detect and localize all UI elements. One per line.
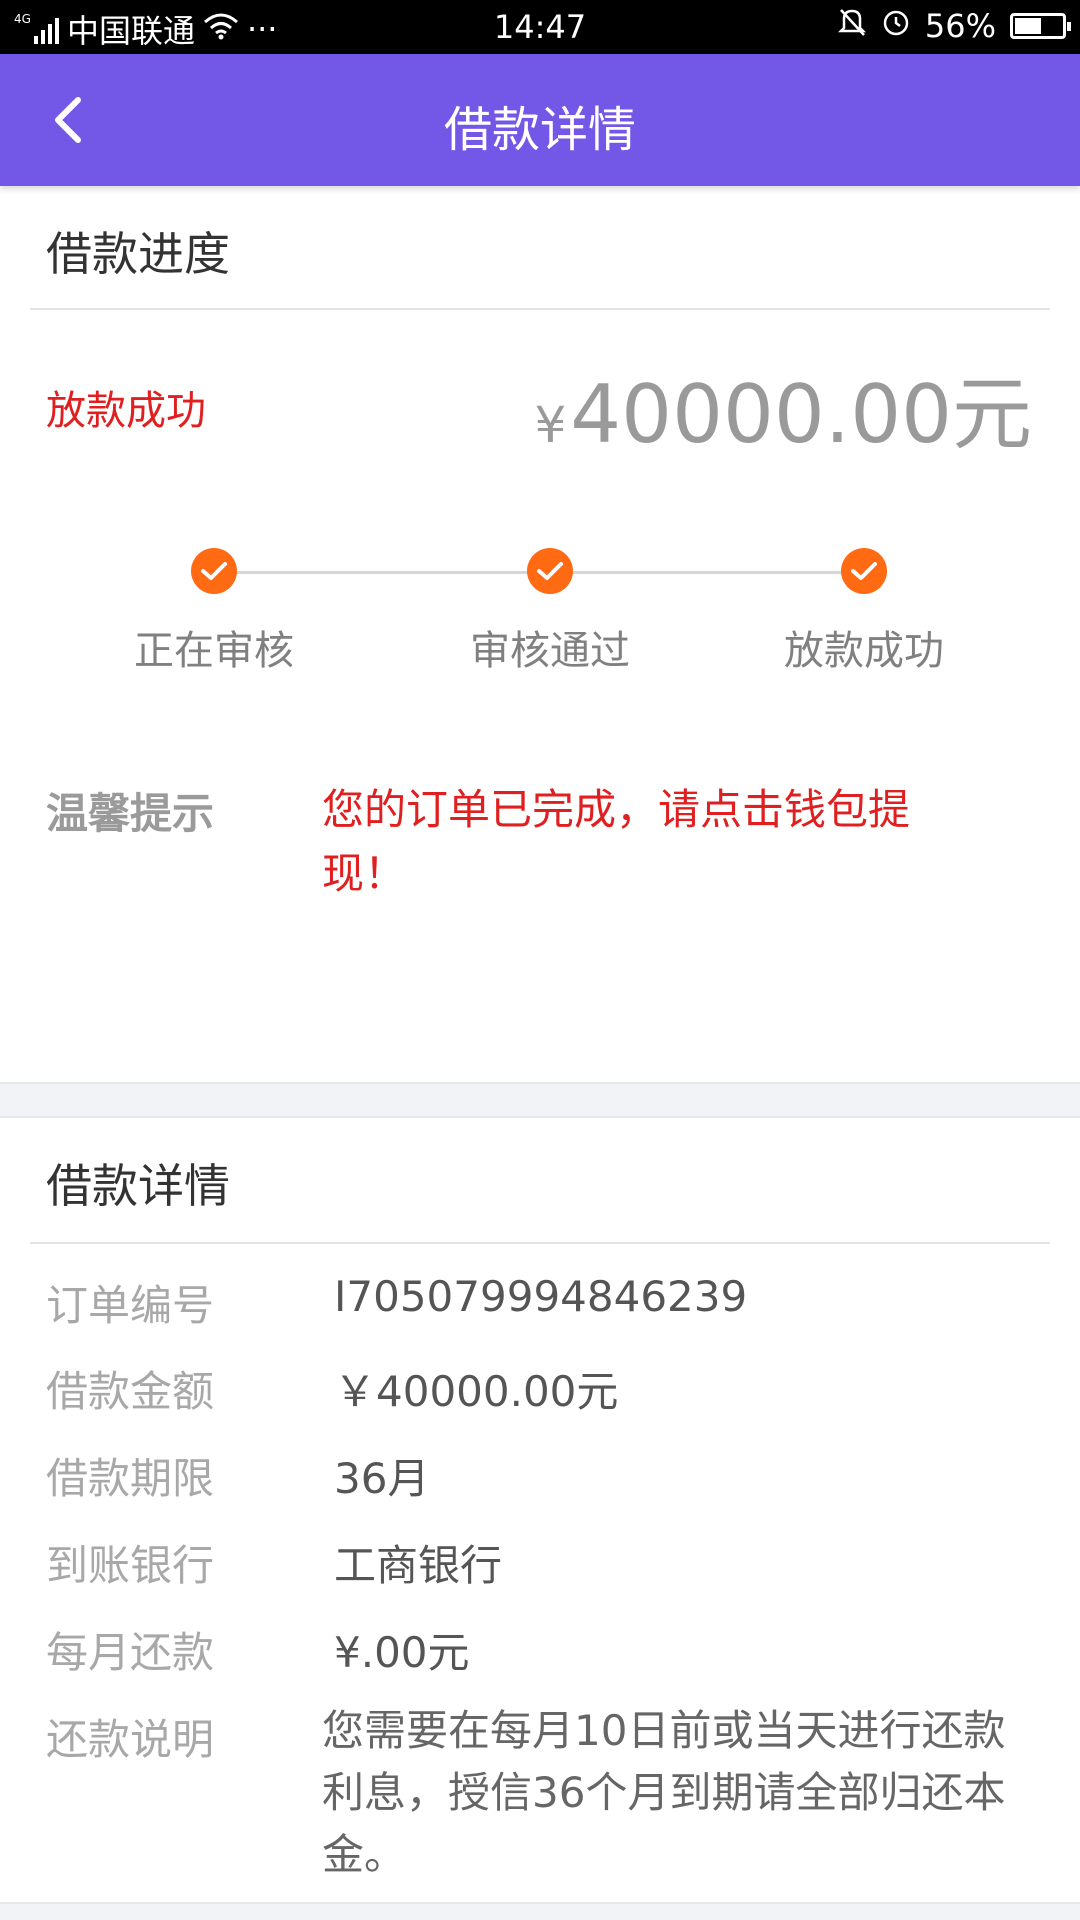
loan-amount-value: ￥40000.00元	[334, 1367, 619, 1416]
status-bar: 4G 中国联通 ··· 14:47 56%	[0, 0, 1080, 54]
loan-amount: ¥ 40000.00元	[534, 350, 1032, 466]
step-label-disbursed: 放款成功	[784, 628, 944, 674]
battery-icon	[1010, 13, 1071, 39]
bell-muted-icon	[837, 6, 867, 46]
status-right: 56%	[837, 6, 1071, 46]
progress-line	[214, 571, 550, 574]
monthly-payment-label: 每月还款	[46, 1628, 215, 1677]
progress-section-title: 借款进度	[46, 227, 230, 281]
tip-text: 您的订单已完成，请点击钱包提现！	[322, 785, 911, 898]
order-number-label: 订单编号	[46, 1281, 215, 1330]
loan-term-value: 36月	[334, 1454, 430, 1503]
repayment-note-value: 您需要在每月10日前或当天进行还款利息，授信36个月到期请全部归还本金。	[322, 1706, 1006, 1879]
bank-label: 到账银行	[46, 1541, 215, 1590]
bank-value: 工商银行	[334, 1541, 503, 1590]
divider	[30, 308, 1050, 310]
tip-label: 温馨提示	[46, 789, 215, 838]
app-header: 借款详情	[0, 54, 1080, 186]
progress-line	[550, 571, 864, 574]
step-check-icon	[841, 548, 887, 594]
battery-fill	[1015, 18, 1041, 34]
step-label-reviewing: 正在审核	[134, 628, 294, 674]
section-separator	[0, 1082, 1080, 1118]
monthly-payment-value: ¥.00元	[334, 1628, 470, 1677]
alarm-icon	[881, 6, 911, 46]
page-title: 借款详情	[443, 102, 636, 158]
divider	[30, 1242, 1050, 1244]
order-number-value: I7050799948462​39	[334, 1272, 748, 1321]
repayment-note-label: 还款说明	[46, 1715, 215, 1764]
step-check-icon	[191, 548, 237, 594]
battery-percent: 56%	[924, 7, 996, 45]
amount-currency: ¥	[534, 396, 567, 454]
bottom-separator	[0, 1902, 1080, 1920]
loan-amount-label: 借款金额	[46, 1367, 215, 1416]
detail-section-title: 借款详情	[46, 1159, 230, 1213]
step-label-approved: 审核通过	[470, 628, 630, 674]
loan-status: 放款成功	[46, 388, 206, 434]
loan-term-label: 借款期限	[46, 1454, 215, 1503]
amount-value: 40000.00元	[570, 368, 1032, 461]
step-check-icon	[527, 548, 573, 594]
